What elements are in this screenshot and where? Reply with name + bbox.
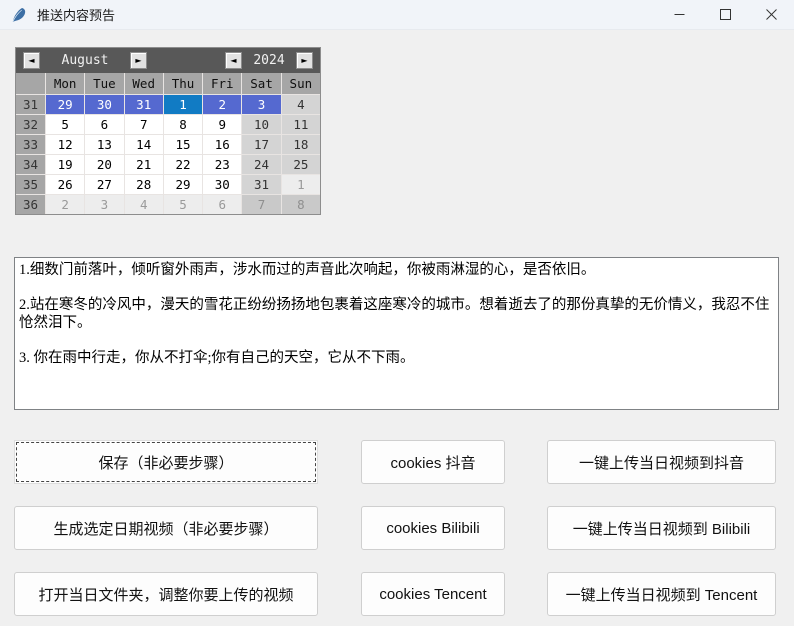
close-button[interactable] <box>748 0 794 29</box>
content-preview-textarea[interactable]: 1.细数门前落叶，倾听窗外雨声，涉水而过的声音此次响起，你被雨淋湿的心，是否依旧… <box>14 257 779 410</box>
generate-video-button[interactable]: 生成选定日期视频（非必要步骤） <box>14 506 318 550</box>
calendar-day-13[interactable]: 13 <box>85 135 123 154</box>
calendar-day-6[interactable]: 6 <box>203 195 241 214</box>
calendar-day-9[interactable]: 9 <box>203 115 241 134</box>
calendar-day-3[interactable]: 3 <box>85 195 123 214</box>
calendar-year-label: 2024 <box>244 53 294 68</box>
calendar-day-31[interactable]: 31 <box>125 95 163 114</box>
week-number-33: 33 <box>16 135 45 154</box>
calendar-day-11[interactable]: 11 <box>282 115 320 134</box>
calendar-day-8[interactable]: 8 <box>164 115 202 134</box>
minimize-icon <box>674 9 685 20</box>
day-header-tue: Tue <box>85 73 123 94</box>
calendar-day-5[interactable]: 5 <box>164 195 202 214</box>
day-header-sun: Sun <box>282 73 320 94</box>
calendar-day-28[interactable]: 28 <box>125 175 163 194</box>
open-folder-button[interactable]: 打开当日文件夹，调整你要上传的视频 <box>14 572 318 616</box>
calendar-day-26[interactable]: 26 <box>46 175 84 194</box>
calendar-day-2[interactable]: 2 <box>46 195 84 214</box>
minimize-button[interactable] <box>656 0 702 29</box>
cookies-douyin-button[interactable]: cookies 抖音 <box>361 440 505 484</box>
titlebar: 推送内容预告 <box>0 0 794 30</box>
python-feather-icon <box>11 7 27 23</box>
day-header-spacer <box>16 73 45 94</box>
day-header-wed: Wed <box>125 73 163 94</box>
calendar-day-22[interactable]: 22 <box>164 155 202 174</box>
maximize-button[interactable] <box>702 0 748 29</box>
app-window: 推送内容预告 ◄ August ► ◄ 2024 ► <box>0 0 794 626</box>
week-number-35: 35 <box>16 175 45 194</box>
day-header-sat: Sat <box>242 73 280 94</box>
cookies-tencent-button[interactable]: cookies Tencent <box>361 572 505 616</box>
calendar-day-27[interactable]: 27 <box>85 175 123 194</box>
calendar-day-2[interactable]: 2 <box>203 95 241 114</box>
week-number-32: 32 <box>16 115 45 134</box>
calendar-day-30[interactable]: 30 <box>203 175 241 194</box>
calendar-day-7[interactable]: 7 <box>125 115 163 134</box>
calendar-day-18[interactable]: 18 <box>282 135 320 154</box>
upload-tencent-button[interactable]: 一键上传当日视频到 Tencent <box>547 572 776 616</box>
calendar-day-23[interactable]: 23 <box>203 155 241 174</box>
calendar-day-4[interactable]: 4 <box>282 95 320 114</box>
calendar-day-5[interactable]: 5 <box>46 115 84 134</box>
calendar-day-10[interactable]: 10 <box>242 115 280 134</box>
calendar-day-8[interactable]: 8 <box>282 195 320 214</box>
calendar-day-1[interactable]: 1 <box>282 175 320 194</box>
calendar-day-29[interactable]: 29 <box>46 95 84 114</box>
calendar-day-30[interactable]: 30 <box>85 95 123 114</box>
calendar-day-14[interactable]: 14 <box>125 135 163 154</box>
upload-bilibili-button[interactable]: 一键上传当日视频到 Bilibili <box>547 506 776 550</box>
calendar-header: ◄ August ► ◄ 2024 ► <box>16 48 320 73</box>
day-header-mon: Mon <box>46 73 84 94</box>
next-month-button[interactable]: ► <box>130 52 147 69</box>
window-title: 推送内容预告 <box>37 5 115 24</box>
calendar-month-label: August <box>42 53 128 68</box>
day-header-thu: Thu <box>164 73 202 94</box>
calendar-day-3[interactable]: 3 <box>242 95 280 114</box>
week-number-36: 36 <box>16 195 45 214</box>
save-button[interactable]: 保存（非必要步骤） <box>14 440 318 484</box>
calendar-day-12[interactable]: 12 <box>46 135 84 154</box>
calendar: ◄ August ► ◄ 2024 ► MonTueWedThuFriSatSu… <box>15 47 321 215</box>
calendar-day-1[interactable]: 1 <box>164 95 202 114</box>
calendar-day-15[interactable]: 15 <box>164 135 202 154</box>
window-controls <box>656 0 794 29</box>
prev-month-button[interactable]: ◄ <box>23 52 40 69</box>
calendar-day-7[interactable]: 7 <box>242 195 280 214</box>
close-icon <box>766 9 777 20</box>
calendar-day-25[interactable]: 25 <box>282 155 320 174</box>
prev-year-button[interactable]: ◄ <box>225 52 242 69</box>
calendar-day-31[interactable]: 31 <box>242 175 280 194</box>
calendar-day-24[interactable]: 24 <box>242 155 280 174</box>
calendar-day-17[interactable]: 17 <box>242 135 280 154</box>
calendar-grid: MonTueWedThuFriSatSun3129303112343256789… <box>16 73 320 214</box>
calendar-day-29[interactable]: 29 <box>164 175 202 194</box>
week-number-31: 31 <box>16 95 45 114</box>
calendar-day-4[interactable]: 4 <box>125 195 163 214</box>
calendar-day-20[interactable]: 20 <box>85 155 123 174</box>
maximize-icon <box>720 9 731 20</box>
calendar-day-21[interactable]: 21 <box>125 155 163 174</box>
day-header-fri: Fri <box>203 73 241 94</box>
calendar-day-6[interactable]: 6 <box>85 115 123 134</box>
next-year-button[interactable]: ► <box>296 52 313 69</box>
week-number-34: 34 <box>16 155 45 174</box>
upload-douyin-button[interactable]: 一键上传当日视频到抖音 <box>547 440 776 484</box>
calendar-day-19[interactable]: 19 <box>46 155 84 174</box>
calendar-day-16[interactable]: 16 <box>203 135 241 154</box>
cookies-bilibili-button[interactable]: cookies Bilibili <box>361 506 505 550</box>
